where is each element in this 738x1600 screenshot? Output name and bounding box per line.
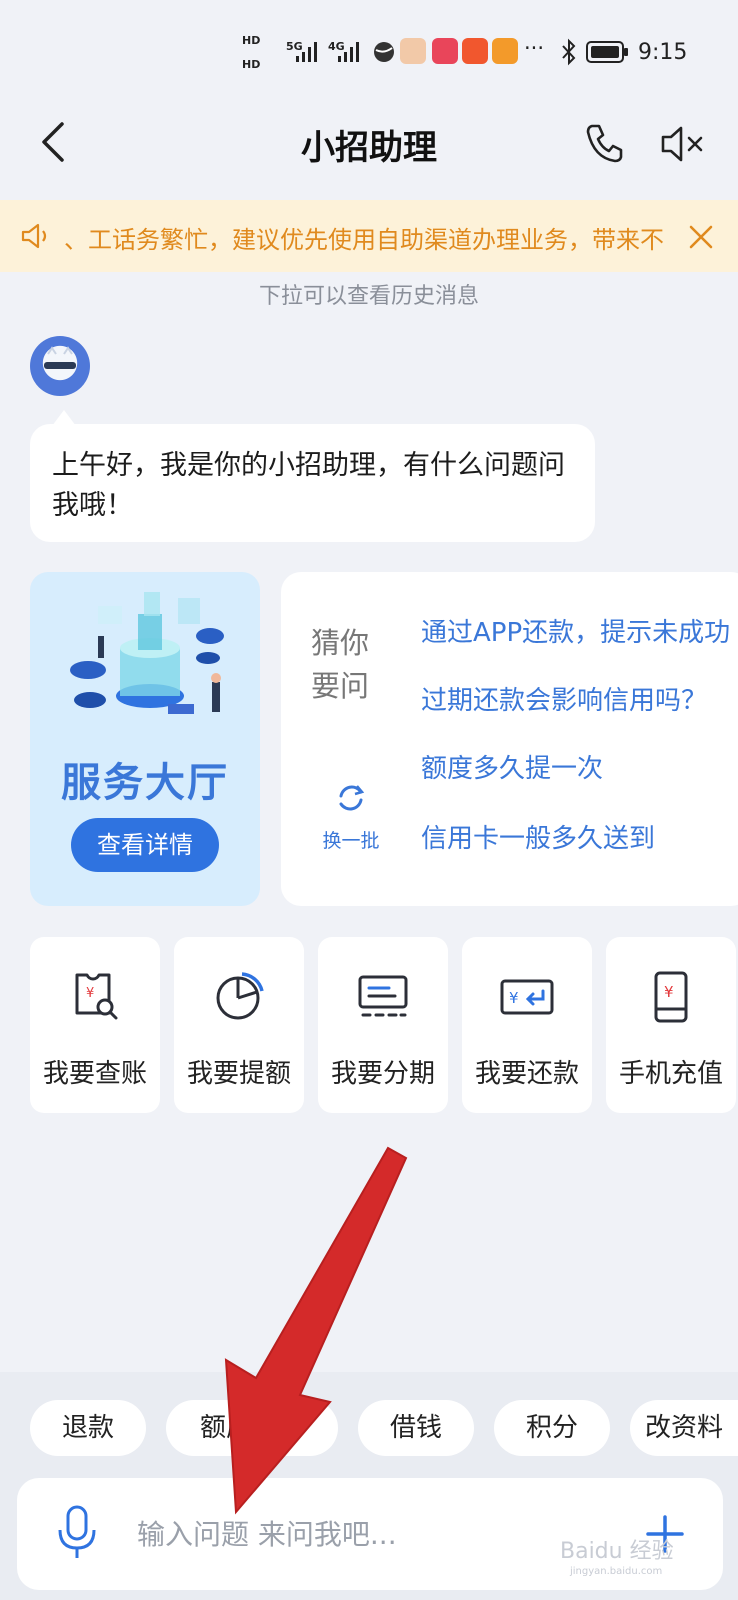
service-hall-card[interactable]: 服务大厅 查看详情 — [30, 572, 260, 906]
quick-action-installment[interactable]: 我要分期 — [318, 937, 448, 1113]
service-illustration — [70, 592, 224, 714]
announcement-icon — [21, 223, 47, 249]
taobao-app-icon — [462, 38, 488, 64]
video-app-icon — [492, 38, 518, 64]
svg-text:¥: ¥ — [86, 986, 94, 1001]
quick-action-label: 我要提额 — [186, 1059, 291, 1089]
installment-icon — [358, 975, 408, 1017]
chip-refund[interactable]: 退款 — [30, 1400, 146, 1456]
question-link[interactable]: 额度多久提一次 — [421, 748, 603, 785]
svg-text:¥: ¥ — [664, 983, 674, 1001]
battery-icon — [586, 41, 628, 63]
clock: 9:15 — [638, 40, 688, 65]
quick-action-label: 手机充值 — [618, 1059, 723, 1089]
quick-action-label: 我要还款 — [474, 1059, 579, 1089]
pie-chart-icon — [216, 972, 264, 1020]
chip-borrow[interactable]: 借钱 — [358, 1400, 474, 1456]
sim1-label: HD — [242, 34, 261, 47]
sim2-label: HD — [242, 58, 261, 71]
repay-card-icon: ¥ — [500, 979, 554, 1015]
quick-action-raise-limit[interactable]: 我要提额 — [174, 937, 304, 1113]
quick-action-check-bill[interactable]: ¥ 我要查账 — [30, 937, 160, 1113]
notice-banner: 、工话务繁忙，建议优先使用自助渠道办理业务，带来不便 — [0, 200, 738, 272]
guess-questions-card: 猜你要问 换一批 通过APP还款，提示未成功 过期还款会影响信用吗？ 额度多久提… — [281, 572, 738, 906]
bluetooth-icon — [562, 38, 576, 66]
baidu-watermark-url: jingyan.baidu.com — [570, 1566, 663, 1577]
more-notifications: ··· — [524, 36, 545, 60]
ball-app-icon — [374, 42, 394, 62]
signal-icon — [338, 42, 359, 62]
history-hint: 下拉可以查看历史消息 — [258, 284, 479, 309]
question-link[interactable]: 过期还款会影响信用吗？ — [421, 680, 707, 717]
page-title: 小招助理 — [301, 128, 437, 168]
weibo-app-icon — [400, 38, 426, 64]
close-icon[interactable] — [688, 224, 714, 250]
chip-limit-query[interactable]: 额度查询 — [166, 1400, 338, 1456]
greeting-text: 上午好，我是你的小招助理，有什么问题问我哦！ — [52, 450, 565, 521]
book-app-icon — [432, 38, 458, 64]
view-details-button[interactable]: 查看详情 — [71, 818, 219, 872]
question-link[interactable]: 信用卡一般多久送到 — [421, 818, 655, 855]
microphone-icon[interactable] — [57, 1504, 97, 1562]
status-bar: HD HD 5G 4G ··· 9:15 — [0, 0, 738, 88]
quick-action-label: 我要查账 — [42, 1059, 147, 1089]
robot-icon — [44, 346, 76, 369]
signal-icon — [296, 42, 317, 62]
service-hall-title: 服务大厅 — [61, 759, 229, 806]
refresh-button[interactable]: 换一批 — [311, 826, 391, 853]
phone-icon[interactable] — [584, 122, 624, 164]
mute-speaker-icon[interactable] — [660, 124, 710, 164]
question-link[interactable]: 通过APP还款，提示未成功 — [421, 612, 730, 649]
baidu-watermark: Baidu 经验 — [560, 1539, 674, 1564]
phone-recharge-icon: ¥ — [654, 971, 688, 1023]
guess-label: 猜你要问 — [311, 626, 370, 703]
greeting-bubble: 上午好，我是你的小招助理，有什么问题问我哦！ — [30, 424, 595, 542]
chip-points[interactable]: 积分 — [494, 1400, 610, 1456]
quick-action-label: 我要分期 — [330, 1059, 435, 1089]
quick-action-phone-recharge[interactable]: ¥ 手机充值 — [606, 937, 736, 1113]
refresh-icon[interactable] — [335, 782, 367, 814]
chip-edit-profile[interactable]: 改资料 — [630, 1400, 738, 1456]
notice-text: 、工话务繁忙，建议优先使用自助渠道办理业务，带来不便 — [64, 226, 664, 254]
svg-text:¥: ¥ — [509, 989, 519, 1007]
question-input[interactable] — [135, 1508, 609, 1560]
quick-action-repay[interactable]: ¥ 我要还款 — [462, 937, 592, 1113]
bill-search-icon: ¥ — [75, 973, 118, 1020]
assistant-avatar — [30, 336, 90, 396]
